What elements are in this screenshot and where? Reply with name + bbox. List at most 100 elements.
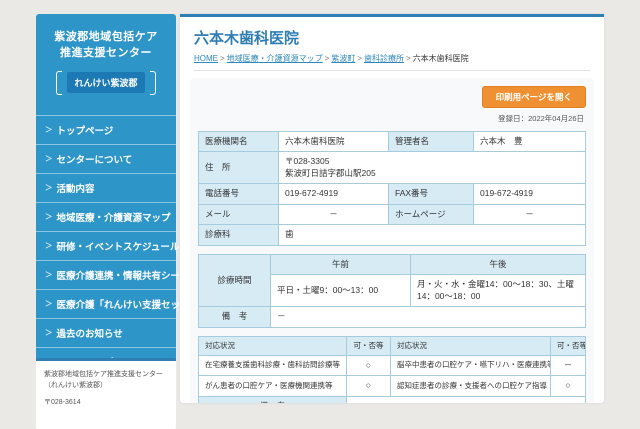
sidebar-item-4[interactable]: ＞研修・イベントスケジュール (36, 231, 176, 260)
sidebar-item-label: トップページ (57, 123, 114, 137)
sidebar-item-3[interactable]: ＞ 地域医療・介護資源マップ (36, 202, 176, 231)
site-title-line1: 紫波郡地域包括ケア (44, 30, 168, 46)
bracket-left-decoration (56, 71, 62, 95)
value-manager-name: 六本木 豊 (474, 132, 586, 152)
footer-postal-code: 〒028-3614 (44, 397, 168, 408)
footer-center-sub: （れんけい紫波郡） (44, 380, 168, 391)
address-postal: 〒028-3305 (285, 156, 579, 167)
sidebar-item-label: 過去のお知らせ (57, 326, 123, 340)
table-row: がん患者の口腔ケア・医療機関連携等 ○ 認知症患者の診療・支援者への口腔ケア指導… (199, 376, 586, 396)
support-item-cancer-care: がん患者の口腔ケア・医療機関連携等 (199, 376, 347, 396)
label-hours: 診療時間 (199, 254, 271, 306)
label-clinic-name: 医療機関名 (199, 132, 279, 152)
print-page-button[interactable]: 印刷用ページを開く (482, 86, 586, 108)
sidebar-header: 紫波郡地域包括ケア 推進支援センター れんけい紫波郡 (36, 14, 176, 105)
table-row: 医療機関名 六本木歯科医院 管理者名 六本木 豊 (199, 132, 586, 152)
chevron-right-icon: ＞ (45, 298, 53, 309)
table-row: 対応状況 可・否等 対応状況 可・否等 (199, 336, 586, 355)
table-row: 診療時間 午前 午後 (199, 254, 586, 274)
value-clinic-name: 六本木歯科医院 (279, 132, 389, 152)
site-badge-row: れんけい紫波郡 (44, 71, 168, 95)
support-item-home-dental: 在宅療養支援歯科診療・歯科訪問診療等 (199, 355, 347, 375)
table-row: 住 所 〒028-3305 紫波町日詰字郡山駅205 (199, 152, 586, 184)
label-phone: 電話番号 (199, 184, 279, 204)
header-support-status-1: 対応状況 (199, 336, 347, 355)
support-item-dementia-care: 認知症患者の診療・支援者への口腔ケア指導 (391, 376, 551, 396)
header-availability-1: 可・否等 (347, 336, 391, 355)
value-homepage: － (474, 204, 586, 224)
value-pm-hours: 月・火・水・金曜14：00～18：30、土曜14：00～18：00 (411, 275, 586, 307)
breadcrumb-separator: > (325, 54, 330, 63)
chevron-right-icon: ＞ (45, 269, 53, 280)
sidebar-item-label: 医療介護連携・情報共有シート (57, 268, 190, 282)
bracket-right-decoration (150, 71, 156, 95)
support-item-stroke-care: 脳卒中患者の口腔ケア・嚥下リハ・医療連携等 (391, 355, 551, 375)
label-address: 住 所 (199, 152, 279, 184)
table-row: 在宅療養支援歯科診療・歯科訪問診療等 ○ 脳卒中患者の口腔ケア・嚥下リハ・医療連… (199, 355, 586, 375)
value-fax: 019-672-4919 (474, 184, 586, 204)
sidebar-item-label: 地域医療・介護資源マップ (57, 210, 171, 224)
table-row: 診療科 歯 (199, 225, 586, 245)
breadcrumb-link-town[interactable]: 紫波町 (331, 54, 355, 63)
breadcrumb: HOME>地域医療・介護資源マップ>紫波町>歯科診療所>六本木歯科医院 (194, 53, 590, 71)
breadcrumb-current: 六本木歯科医院 (413, 54, 469, 63)
label-manager-name: 管理者名 (389, 132, 474, 152)
sidebar-item-1[interactable]: ＞ センターについて (36, 144, 176, 173)
value-address: 〒028-3305 紫波町日詰字郡山駅205 (279, 152, 586, 184)
print-row: 印刷用ページを開く (198, 86, 586, 108)
breadcrumb-link-map[interactable]: 地域医療・介護資源マップ (227, 54, 323, 63)
value-hours-note: － (271, 307, 586, 327)
breadcrumb-link-home[interactable]: HOME (194, 54, 218, 63)
breadcrumb-link-dental[interactable]: 歯科診療所 (364, 54, 404, 63)
site-title: 紫波郡地域包括ケア 推進支援センター (44, 30, 168, 62)
breadcrumb-separator: > (357, 54, 362, 63)
support-status-table: 対応状況 可・否等 対応状況 可・否等 在宅療養支援歯科診療・歯科訪問診療等 ○… (198, 336, 586, 403)
sidebar-item-2[interactable]: ＞ 活動内容 (36, 173, 176, 202)
label-fax: FAX番号 (389, 184, 474, 204)
header-pm: 午後 (411, 254, 586, 274)
value-email: － (279, 204, 389, 224)
header-am: 午前 (271, 254, 411, 274)
table-row: 備 考 － (199, 307, 586, 327)
breadcrumb-separator: > (406, 54, 411, 63)
hours-table: 診療時間 午前 午後 平日・土曜9：00～13：00 月・火・水・金曜14：00… (198, 254, 586, 328)
sidebar: 紫波郡地域包括ケア 推進支援センター れんけい紫波郡 ＞ トップページ ＞ センターに… (36, 14, 176, 405)
footer-center-name: 紫波郡地域包括ケア推進支援センター (44, 369, 168, 380)
chevron-right-icon: ＞ (45, 211, 53, 222)
chevron-right-icon: ＞ (45, 240, 53, 251)
table-row: メール － ホームページ － (199, 204, 586, 224)
header-availability-2: 可・否等 (551, 336, 586, 355)
support-status-home-dental: ○ (347, 355, 391, 375)
page-title: 六本木歯科医院 (194, 27, 590, 48)
sidebar-item-7[interactable]: ＞ 過去のお知らせ (36, 318, 176, 347)
label-department: 診療科 (199, 225, 279, 245)
registration-date: 登録日：2022年04月26日 (200, 113, 584, 124)
support-status-stroke-care: － (551, 355, 586, 375)
value-am-hours: 平日・土曜9：00～13：00 (271, 275, 411, 307)
value-department: 歯 (279, 225, 586, 245)
address-street: 紫波町日詰字郡山駅205 (285, 168, 579, 179)
chevron-right-icon: ＞ (45, 153, 53, 164)
sidebar-item-label: センターについて (57, 152, 133, 166)
label-hours-note: 備 考 (199, 307, 271, 327)
sidebar-item-label: 活動内容 (57, 181, 95, 195)
table-row: 電話番号 019-672-4919 FAX番号 019-672-4919 (199, 184, 586, 204)
sidebar-item-6[interactable]: ＞医療介護「れんけい支援セット」 (36, 289, 176, 318)
value-phone: 019-672-4919 (279, 184, 389, 204)
site-title-line2: 推進支援センター (44, 46, 168, 62)
clinic-info-table: 医療機関名 六本木歯科医院 管理者名 六本木 豊 住 所 〒028-3305 紫… (198, 131, 586, 246)
label-homepage: ホームページ (389, 204, 474, 224)
label-email: メール (199, 204, 279, 224)
site-badge: れんけい紫波郡 (67, 72, 144, 93)
sidebar-item-0[interactable]: ＞ トップページ (36, 115, 176, 144)
chevron-right-icon: ＞ (45, 327, 53, 338)
support-status-cancer-care: ○ (347, 376, 391, 396)
chevron-right-icon: ＞ (45, 182, 53, 193)
sidebar-footer: 紫波郡地域包括ケア推進支援センター （れんけい紫波郡） 〒028-3614 (36, 358, 176, 429)
sidebar-item-label: 研修・イベントスケジュール (57, 239, 180, 253)
header-support-status-2: 対応状況 (391, 336, 551, 355)
sidebar-item-5[interactable]: ＞医療介護連携・情報共有シート (36, 260, 176, 289)
chevron-right-icon: ＞ (45, 124, 53, 135)
detail-panel: 印刷用ページを開く 登録日：2022年04月26日 医療機関名 六本木歯科医院 … (190, 78, 594, 403)
sidebar-item-label: 医療介護「れんけい支援セット」 (57, 297, 200, 311)
